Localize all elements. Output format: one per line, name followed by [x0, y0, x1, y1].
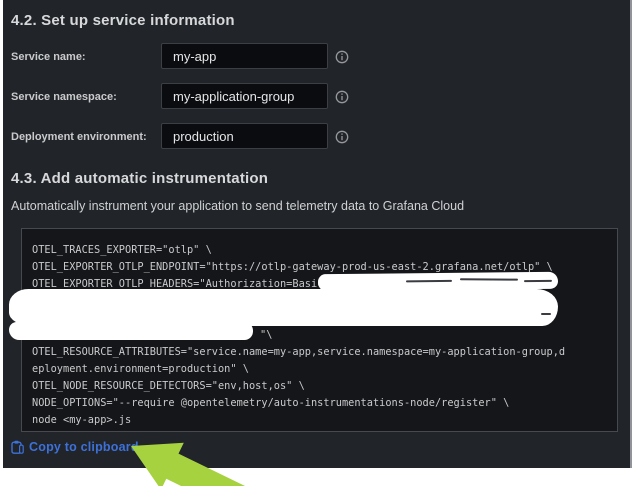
- info-icon[interactable]: [335, 90, 349, 104]
- clipboard-icon: [11, 440, 24, 454]
- instrumentation-description: Automatically instrument your applicatio…: [11, 199, 464, 213]
- code-line: NODE_OPTIONS="--require @opentelemetry/a…: [32, 395, 617, 412]
- redaction-blob: [9, 322, 253, 340]
- code-line: OTEL_TRACES_EXPORTER="otlp" \: [32, 242, 617, 259]
- code-line: OTEL_RESOURCE_ATTRIBUTES="service.name=m…: [32, 344, 617, 361]
- code-line: node <my-app>.js: [32, 412, 617, 429]
- code-line: eployment.environment=production" \: [32, 361, 617, 378]
- service-namespace-input[interactable]: [161, 83, 328, 109]
- green-arrow-pointer: [105, 430, 375, 486]
- info-icon[interactable]: [335, 130, 349, 144]
- deployment-environment-label: Deployment environment:: [11, 131, 147, 143]
- section-title-instrumentation: 4.3. Add automatic instrumentation: [11, 170, 268, 187]
- right-edge-divider: [630, 0, 632, 468]
- service-namespace-label: Service namespace:: [11, 91, 117, 103]
- info-icon[interactable]: [335, 50, 349, 64]
- section-title-service-info: 4.2. Set up service information: [11, 12, 235, 29]
- deployment-environment-input[interactable]: [161, 123, 328, 149]
- service-name-label: Service name:: [11, 51, 86, 63]
- setup-panel: 4.2. Set up service information Service …: [3, 0, 630, 468]
- redaction-blob: [9, 289, 558, 326]
- service-name-input[interactable]: [161, 43, 328, 69]
- code-line: OTEL_NODE_RESOURCE_DETECTORS="env,host,o…: [32, 378, 617, 395]
